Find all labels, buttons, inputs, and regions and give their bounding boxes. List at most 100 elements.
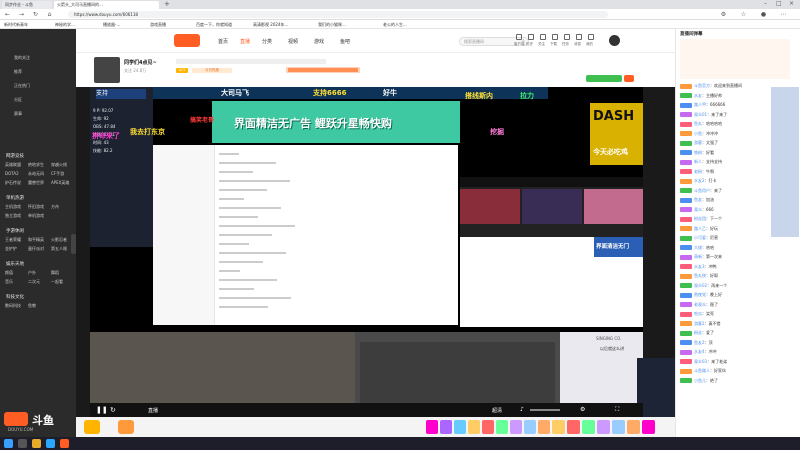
home-icon[interactable]: ⌂	[46, 11, 53, 18]
chat-username[interactable]: 水友	[694, 93, 702, 98]
gift-item-icon[interactable]	[524, 420, 536, 434]
volume-icon[interactable]: ♪	[520, 406, 524, 413]
chat-username[interactable]: 游客	[694, 140, 702, 145]
bookmark-item[interactable]: 播放器-...	[103, 21, 120, 28]
chat-username[interactable]: 粉丝团	[694, 216, 706, 221]
chat-username[interactable]: 斗鱼用户	[694, 188, 710, 193]
sidebar-section-title[interactable]: 单机热游	[6, 195, 24, 201]
bookmark-item[interactable]: 新时代新青年	[4, 21, 28, 28]
sidebar-category-item[interactable]: 魔兽世界	[28, 180, 44, 186]
sidebar-category-item[interactable]: APEX英雄	[51, 180, 69, 186]
pause-icon[interactable]: ❚❚	[96, 406, 108, 414]
start-icon[interactable]	[4, 439, 13, 448]
chat-message[interactable]: 水友4：冲冲	[680, 349, 770, 359]
chat-message[interactable]: 观众01：来了来了	[680, 112, 770, 122]
chat-message[interactable]: 游客2：真不错	[680, 321, 770, 331]
quality-selector[interactable]: 超清	[492, 407, 502, 414]
share-button[interactable]	[624, 75, 634, 82]
sidebar-nav-item[interactable]: 正在热门	[14, 83, 30, 89]
chat-message[interactable]: 粉丝：爱了	[680, 330, 770, 340]
sidebar-section-title[interactable]: 科技文化	[6, 294, 24, 300]
chat-username[interactable]: 观众02	[694, 283, 707, 288]
reload-icon[interactable]: ↻	[32, 11, 39, 18]
chat-username[interactable]: 小可爱	[694, 235, 706, 240]
gift-item-icon[interactable]	[426, 420, 438, 434]
fish-ball-icon[interactable]	[84, 420, 100, 434]
gift-item-icon[interactable]	[582, 420, 595, 434]
chat-username[interactable]: 老观众	[694, 302, 706, 307]
header-tool-icon[interactable]	[528, 34, 534, 40]
chat-message[interactable]: 铁粉：好看	[680, 150, 770, 160]
sidebar-category-item[interactable]: 主机游戏	[5, 204, 21, 210]
chat-message[interactable]: 水友：主播好帅	[680, 93, 770, 103]
sidebar-category-item[interactable]: 音乐	[5, 279, 13, 285]
sidebar-category-item[interactable]: 舞蹈	[51, 270, 59, 276]
header-tool-icon[interactable]	[552, 34, 558, 40]
profile-icon[interactable]: ●	[760, 11, 767, 18]
new-tab-icon[interactable]: +	[164, 0, 170, 8]
chat-message[interactable]: 斗鱼官方：欢迎来到直播间	[680, 83, 770, 93]
chat-message[interactable]: 小可爱：厉害	[680, 235, 770, 245]
sidebar-category-item[interactable]: 数码科技	[5, 303, 21, 309]
chat-message[interactable]: 水友3：冲鸭	[680, 264, 770, 274]
gift-item-icon[interactable]	[612, 420, 625, 434]
sidebar-nav-item[interactable]: 分区	[14, 97, 22, 103]
chat-message[interactable]: 路人乙：好玩	[680, 226, 770, 236]
chat-username[interactable]: 斗鱼路人	[694, 368, 710, 373]
sidebar-category-item[interactable]: 独立游戏	[5, 213, 21, 219]
chat-username[interactable]: 鱼友2	[694, 340, 705, 345]
minimize-icon[interactable]: –	[764, 0, 767, 7]
sidebar-section-title[interactable]: 手游休闲	[6, 228, 24, 234]
header-tool-icon[interactable]	[516, 34, 522, 40]
back-icon[interactable]: ←	[4, 11, 11, 18]
sidebar-category-item[interactable]: 方舟	[51, 204, 59, 210]
bookmark-item[interactable]: 老公的人生...	[383, 21, 407, 28]
favorites-icon[interactable]: ☆	[740, 11, 747, 18]
chat-username[interactable]: 水友4	[694, 349, 705, 354]
sidebar-category-item[interactable]: 蛋仔派对	[28, 246, 44, 252]
sidebar-category-item[interactable]: CF手游	[51, 171, 64, 177]
settings-icon[interactable]: ⚙	[580, 406, 585, 413]
chat-message[interactable]: 观众02：再来一个	[680, 283, 770, 293]
user-avatar[interactable]	[609, 35, 620, 46]
extensions-icon[interactable]: ⚙	[720, 11, 727, 18]
bookmark-item[interactable]: 百度一下，你就知道	[196, 21, 232, 28]
volume-slider[interactable]	[530, 409, 560, 411]
gift-item-icon[interactable]	[627, 420, 640, 434]
chat-username[interactable]: 观众03	[694, 359, 707, 364]
header-tool-icon[interactable]	[564, 34, 570, 40]
chat-username[interactable]: 小鱼	[694, 131, 702, 136]
sidebar-nav-item[interactable]: 赛事	[14, 111, 22, 117]
browser-taskbar-icon[interactable]	[46, 439, 55, 448]
sidebar-category-item[interactable]: 火影忍者	[51, 237, 67, 243]
chat-username[interactable]: 鱼友	[694, 197, 702, 202]
nav-game[interactable]: 游戏	[314, 38, 324, 45]
video-player[interactable]: 支持 9 P: 92.07 生命: 92 OBS: 47.84 攻速: 82.31 时间…	[90, 87, 643, 417]
chat-message[interactable]: 吃瓜：笑死	[680, 311, 770, 321]
browser-tab-active[interactable]: 火箭头_大司马直播间的...	[54, 1, 159, 9]
close-window-icon[interactable]: ×	[789, 0, 794, 7]
sidebar-section-title[interactable]: 网游竞技	[6, 153, 24, 159]
chat-message[interactable]: 新人：支持支持	[680, 159, 770, 169]
gift-item-icon[interactable]	[440, 420, 452, 434]
sidebar-collapse-handle[interactable]	[71, 234, 76, 254]
chat-username[interactable]: 游客2	[694, 321, 705, 326]
sidebar-category-item[interactable]: 怀旧游戏	[28, 204, 44, 210]
nav-yuba[interactable]: 鱼吧	[340, 38, 350, 45]
chat-username[interactable]: 鱼丸侠	[694, 273, 706, 278]
maximize-icon[interactable]: □	[776, 0, 782, 7]
bookmark-item[interactable]: 高清影视 2024年...	[253, 21, 288, 28]
gift-item-icon[interactable]	[454, 420, 466, 434]
chat-username[interactable]: 新人	[694, 159, 702, 164]
follow-button[interactable]	[586, 75, 622, 82]
sidebar-category-item[interactable]: 王者荣耀	[5, 237, 21, 243]
search-taskbar-icon[interactable]	[18, 439, 27, 448]
gift-item-icon[interactable]	[597, 420, 610, 434]
nav-home[interactable]: 首页	[218, 38, 228, 45]
site-logo[interactable]	[174, 34, 200, 47]
sidebar-category-item[interactable]: 二次元	[28, 279, 40, 285]
browser-tab[interactable]: 同步作业 - 斗鱼	[2, 1, 52, 9]
chat-username[interactable]: 老粉	[694, 169, 702, 174]
sidebar-category-item[interactable]: 英雄联盟	[5, 162, 21, 168]
streamer-avatar[interactable]	[94, 57, 120, 83]
